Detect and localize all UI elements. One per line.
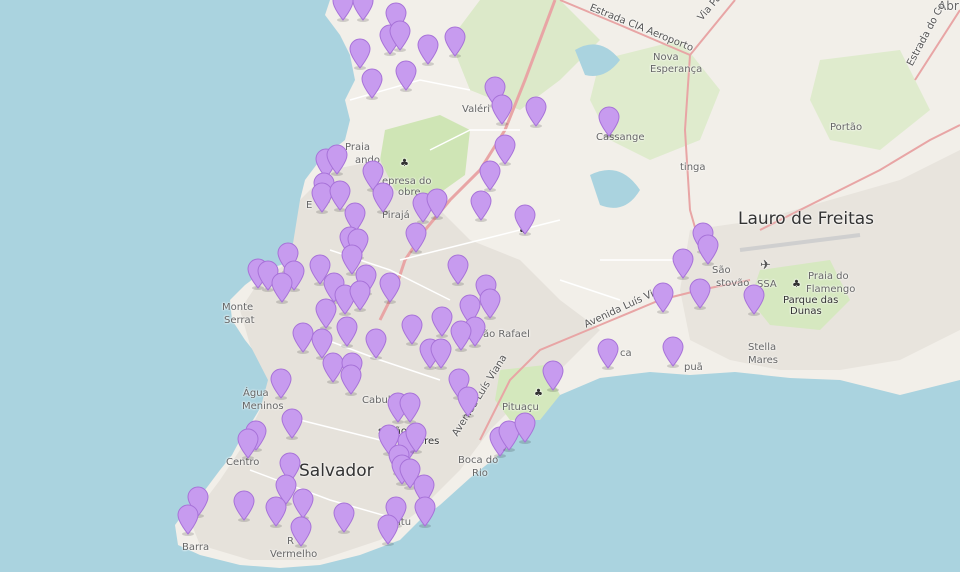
map-pin-icon[interactable] xyxy=(513,204,537,236)
map-pin-icon[interactable] xyxy=(270,272,294,304)
map-pin-icon[interactable] xyxy=(478,160,502,192)
map-pin-icon[interactable] xyxy=(541,360,565,392)
map-pin-icon[interactable] xyxy=(456,386,480,418)
map-pin-icon[interactable] xyxy=(413,496,437,528)
map-pin-icon[interactable] xyxy=(513,412,537,444)
map-pin-icon[interactable] xyxy=(429,338,453,370)
map-pin-icon[interactable] xyxy=(339,364,363,396)
map-pin-icon[interactable] xyxy=(596,338,620,370)
map-pin-icon[interactable] xyxy=(232,490,256,522)
map-pin-icon[interactable] xyxy=(376,514,400,546)
map-pin-icon[interactable] xyxy=(360,68,384,100)
map-view[interactable]: Salvador Lauro de Freitas Abr Estrada CI… xyxy=(0,0,960,572)
map-pin-icon[interactable] xyxy=(524,96,548,128)
map-pin-icon[interactable] xyxy=(597,106,621,138)
map-pin-icon[interactable] xyxy=(651,282,675,314)
map-pin-icon[interactable] xyxy=(289,516,313,548)
map-pin-icon[interactable] xyxy=(348,280,372,312)
map-pin-icon[interactable] xyxy=(176,504,200,536)
map-pin-icon[interactable] xyxy=(364,328,388,360)
map-pin-icon[interactable] xyxy=(280,408,304,440)
map-pin-icon[interactable] xyxy=(398,392,422,424)
map-pin-icon[interactable] xyxy=(490,94,514,126)
map-pin-icon[interactable] xyxy=(378,272,402,304)
map-pin-icon[interactable] xyxy=(742,284,766,316)
map-pin-icon[interactable] xyxy=(236,428,260,460)
map-pin-icon[interactable] xyxy=(264,496,288,528)
map-pin-icon[interactable] xyxy=(332,502,356,534)
map-pin-icon[interactable] xyxy=(443,26,467,58)
map-pin-icon[interactable] xyxy=(425,188,449,220)
map-pin-icon[interactable] xyxy=(696,234,720,266)
map-pin-icon[interactable] xyxy=(416,34,440,66)
map-pin-icon[interactable] xyxy=(404,222,428,254)
map-pin-icon[interactable] xyxy=(394,60,418,92)
map-pin-icon[interactable] xyxy=(446,254,470,286)
map-pin-icon[interactable] xyxy=(269,368,293,400)
map-pin-icon[interactable] xyxy=(469,190,493,222)
map-pin-icon[interactable] xyxy=(661,336,685,368)
map-pin-icon[interactable] xyxy=(688,278,712,310)
map-pin-icon[interactable] xyxy=(348,38,372,70)
map-pin-icon[interactable] xyxy=(388,20,412,52)
map-pin-icon[interactable] xyxy=(335,316,359,348)
map-pin-icon[interactable] xyxy=(371,182,395,214)
map-pin-icon[interactable] xyxy=(351,0,375,22)
